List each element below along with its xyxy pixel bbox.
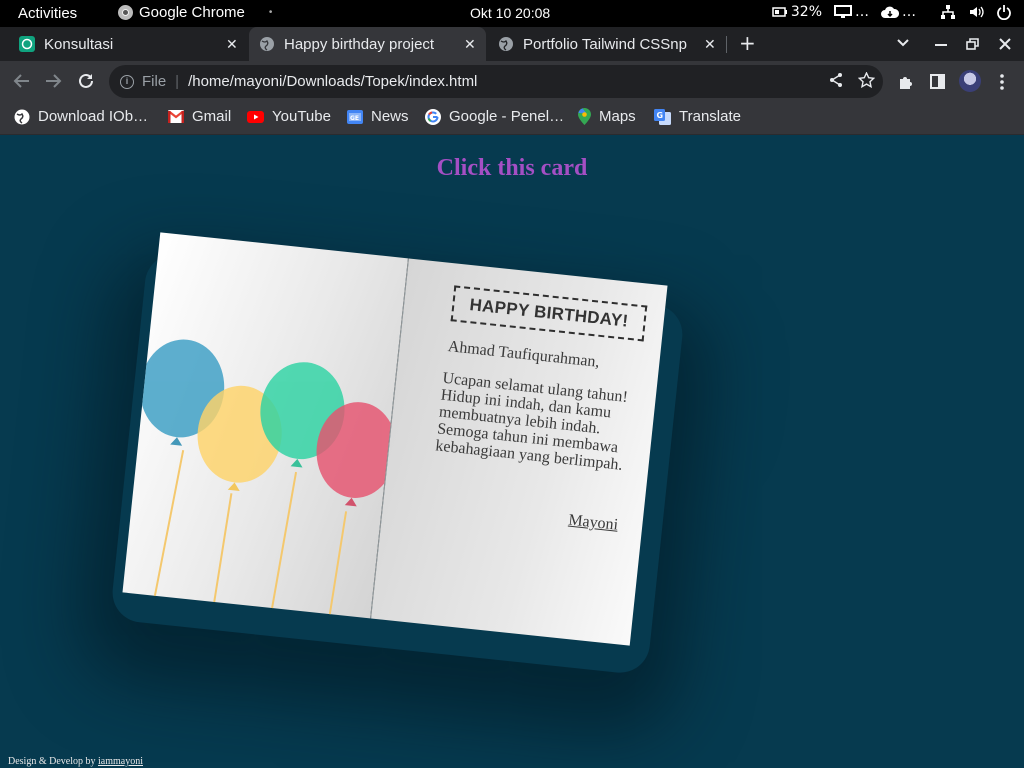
- extensions-puzzle-icon[interactable]: [898, 74, 914, 90]
- card-greeting: Ahmad Taufiqurahman,: [447, 338, 601, 371]
- bookmark-star-icon[interactable]: [858, 72, 875, 88]
- cloud-indicator[interactable]: …: [881, 4, 916, 20]
- tab-konsultasi[interactable]: Konsultasi ✕: [0, 27, 247, 61]
- browser-toolbar: i File | /home/mayoni/Downloads/Topek/in…: [0, 61, 1024, 101]
- url-text[interactable]: /home/mayoni/Downloads/Topek/index.html: [188, 73, 477, 90]
- back-arrow-icon[interactable]: [13, 73, 30, 89]
- news-icon: GE: [347, 109, 363, 124]
- new-tab-plus-icon[interactable]: +: [739, 31, 756, 55]
- share-icon[interactable]: [828, 72, 844, 88]
- menu-kebab-icon[interactable]: [1000, 74, 1004, 90]
- card-signature: Mayoni: [567, 511, 619, 534]
- close-window-icon[interactable]: [999, 38, 1011, 50]
- tab-close-icon[interactable]: ✕: [704, 36, 716, 53]
- activities-button[interactable]: Activities: [18, 5, 77, 22]
- battery-indicator[interactable]: 32%: [772, 4, 822, 20]
- bookmark-maps[interactable]: Maps: [578, 108, 636, 125]
- bookmark-google[interactable]: Google - Penel…: [425, 108, 564, 125]
- clock[interactable]: Okt 10 20:08: [470, 5, 550, 21]
- globe-icon: [14, 109, 30, 124]
- system-tray[interactable]: 32% … …: [772, 4, 1012, 20]
- forward-arrow-icon[interactable]: [45, 73, 62, 89]
- svg-text:GE: GE: [350, 115, 359, 122]
- bookmark-label: News: [371, 108, 409, 125]
- url-scheme-label: File: [142, 73, 167, 90]
- site-info-icon[interactable]: i: [120, 74, 134, 89]
- youtube-icon: [247, 110, 264, 123]
- bookmark-label: Maps: [599, 108, 636, 125]
- tab-close-icon[interactable]: ✕: [226, 36, 238, 53]
- display-indicator[interactable]: …: [834, 4, 869, 20]
- birthday-card[interactable]: HAPPY BIRTHDAY! Ahmad Taufiqurahman, Uca…: [122, 232, 668, 646]
- google-icon: [425, 108, 441, 125]
- tab-portfolio-tailwind[interactable]: Portfolio Tailwind CSSnp ✕: [488, 27, 724, 61]
- tab-close-icon[interactable]: ✕: [464, 36, 476, 53]
- page-title: Click this card: [436, 155, 588, 181]
- minimize-icon[interactable]: [935, 44, 947, 47]
- balloon-string: [153, 450, 184, 598]
- app-menu[interactable]: Google Chrome •: [118, 4, 272, 21]
- battery-icon: [772, 7, 787, 17]
- balloon-knot: [290, 458, 304, 468]
- app-name: Google Chrome: [139, 4, 245, 21]
- omnibox-actions: [828, 72, 875, 88]
- maps-icon: [578, 108, 591, 125]
- tab-happy-birthday-project[interactable]: Happy birthday project ✕: [249, 27, 486, 61]
- app-indicator-dot: •: [268, 7, 273, 18]
- monitor-icon: [834, 5, 852, 18]
- tab-search-chevron-icon[interactable]: [897, 39, 909, 47]
- bookmark-label: Translate: [679, 108, 741, 125]
- balloon-knot: [227, 481, 241, 492]
- side-panel-icon[interactable]: [930, 74, 945, 89]
- card-message: Ucapan selamat ulang tahun! Hidup ini in…: [435, 370, 643, 475]
- cloud-download-icon: [881, 6, 899, 18]
- bookmarks-bar: Download IOb… Gmail YouTube GE News Goog…: [0, 101, 1024, 135]
- tab-separator: [726, 36, 727, 53]
- chrome-icon: [118, 5, 133, 20]
- tab-title: Portfolio Tailwind CSSnp: [523, 35, 687, 53]
- bookmark-label: Download IOb…: [38, 108, 149, 125]
- profile-avatar[interactable]: [959, 70, 981, 92]
- cloud-ellipsis: …: [902, 4, 916, 20]
- restore-icon[interactable]: [966, 38, 979, 50]
- url-divider: |: [175, 73, 180, 90]
- footer-text: Design & Develop by: [8, 756, 98, 767]
- bookmark-label: Google - Penel…: [449, 108, 565, 125]
- page-viewport: Click this card HAPPY BIRTHDAY! Ahmad Ta…: [0, 135, 1024, 768]
- bookmark-youtube[interactable]: YouTube: [247, 108, 331, 125]
- reload-icon[interactable]: [78, 73, 94, 89]
- bookmark-download-iob[interactable]: Download IOb…: [14, 108, 148, 125]
- gmail-icon: [168, 110, 184, 123]
- balloon-string: [327, 511, 347, 619]
- volume-icon[interactable]: [968, 4, 984, 20]
- globe-icon: [499, 37, 513, 51]
- display-ellipsis: …: [855, 4, 869, 20]
- bookmark-news[interactable]: GE News: [347, 108, 409, 125]
- globe-icon: [260, 37, 274, 51]
- happy-birthday-heading: HAPPY BIRTHDAY!: [450, 285, 648, 342]
- card-left-panel: [122, 232, 409, 619]
- svg-text:G: G: [657, 111, 664, 120]
- balloon-knot: [170, 436, 183, 446]
- tab-title: Happy birthday project: [284, 35, 435, 53]
- battery-percent: 32%: [790, 4, 822, 20]
- system-top-bar: Activities Google Chrome • Okt 10 20:08 …: [0, 0, 1024, 27]
- power-icon[interactable]: [996, 4, 1012, 20]
- tab-strip: Konsultasi ✕ Happy birthday project ✕ Po…: [0, 27, 1024, 61]
- bookmark-gmail[interactable]: Gmail: [168, 108, 231, 125]
- card-right-panel: HAPPY BIRTHDAY! Ahmad Taufiqurahman, Uca…: [371, 258, 668, 646]
- network-icon[interactable]: [940, 4, 956, 20]
- balloon-string: [269, 471, 297, 615]
- page-footer: Design & Develop by iammayoni: [8, 756, 143, 767]
- balloon-string: [212, 493, 232, 607]
- chatgpt-icon: [19, 36, 35, 52]
- bookmark-translate[interactable]: G Translate: [654, 108, 741, 125]
- address-bar[interactable]: i File | /home/mayoni/Downloads/Topek/in…: [109, 65, 883, 98]
- bookmark-label: Gmail: [192, 108, 232, 125]
- balloon-knot: [344, 497, 358, 507]
- footer-author-link[interactable]: iammayoni: [98, 756, 143, 767]
- bookmark-label: YouTube: [272, 108, 331, 125]
- translate-icon: G: [654, 108, 671, 125]
- tab-title: Konsultasi: [44, 35, 114, 53]
